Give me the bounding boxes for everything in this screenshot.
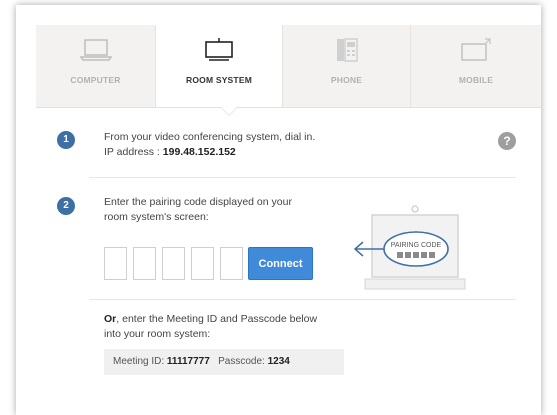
pairing-code-digit-3[interactable] — [162, 247, 185, 280]
tab-label: ROOM SYSTEM — [186, 75, 252, 85]
phone-icon — [330, 37, 364, 68]
step-2-line-2: room system's screen: — [104, 211, 209, 223]
meeting-id-label: Meeting ID: — [113, 356, 167, 367]
pairing-code-caption: PAIRING CODE — [391, 242, 442, 249]
pairing-code-digit-1[interactable] — [104, 247, 127, 280]
laptop-icon — [79, 37, 113, 68]
step-1-badge: 1 — [57, 131, 75, 149]
device-tabs: COMPUTER ROOM SYSTEM PHONE MOBILE — [36, 25, 541, 107]
step-2-line-1: Enter the pairing code displayed on your — [104, 196, 292, 208]
tab-label: PHONE — [330, 75, 363, 85]
alt-line-2: into your room system: — [104, 328, 211, 340]
join-panel: COMPUTER ROOM SYSTEM PHONE MOBILE 1 From… — [16, 5, 541, 415]
active-tab-pointer — [221, 107, 237, 115]
meeting-id: 11117777 — [166, 356, 210, 367]
step-2-badge: 2 — [57, 197, 75, 215]
tabs-divider — [36, 107, 541, 108]
help-button[interactable]: ? — [498, 132, 516, 150]
mobile-icon — [459, 37, 493, 68]
tab-mobile[interactable]: MOBILE — [411, 25, 541, 107]
ip-address: 199.48.152.152 — [162, 146, 236, 158]
step-1-instruction: From your video conferencing system, dia… — [104, 130, 315, 160]
alt-line-1: , enter the Meeting ID and Passcode belo… — [116, 313, 318, 325]
passcode-label: Passcode: — [218, 356, 268, 367]
connect-button[interactable]: Connect — [248, 247, 313, 280]
passcode: 1234 — [267, 356, 290, 367]
tab-computer[interactable]: COMPUTER — [36, 25, 156, 107]
tab-label: COMPUTER — [70, 75, 121, 85]
meeting-credentials: Meeting ID: 11117777 Passcode: 1234 — [104, 349, 344, 375]
tab-room-system[interactable]: ROOM SYSTEM — [156, 25, 283, 107]
divider — [89, 299, 516, 300]
ip-label: IP address : — [104, 146, 163, 158]
pairing-code-digit-5[interactable] — [220, 247, 243, 280]
room-system-illustration: PAIRING CODE — [353, 205, 466, 290]
alternative-instruction: Or, enter the Meeting ID and Passcode be… — [104, 312, 317, 342]
tab-label: MOBILE — [458, 75, 494, 85]
pairing-code-digit-2[interactable] — [133, 247, 156, 280]
pairing-code-digit-4[interactable] — [191, 247, 214, 280]
tab-phone[interactable]: PHONE — [283, 25, 411, 107]
tv-icon — [202, 37, 236, 68]
step-2-instruction: Enter the pairing code displayed on your… — [104, 195, 292, 225]
divider — [89, 177, 516, 178]
step-1-text: From your video conferencing system, dia… — [104, 131, 316, 143]
or-label: Or — [104, 313, 117, 325]
